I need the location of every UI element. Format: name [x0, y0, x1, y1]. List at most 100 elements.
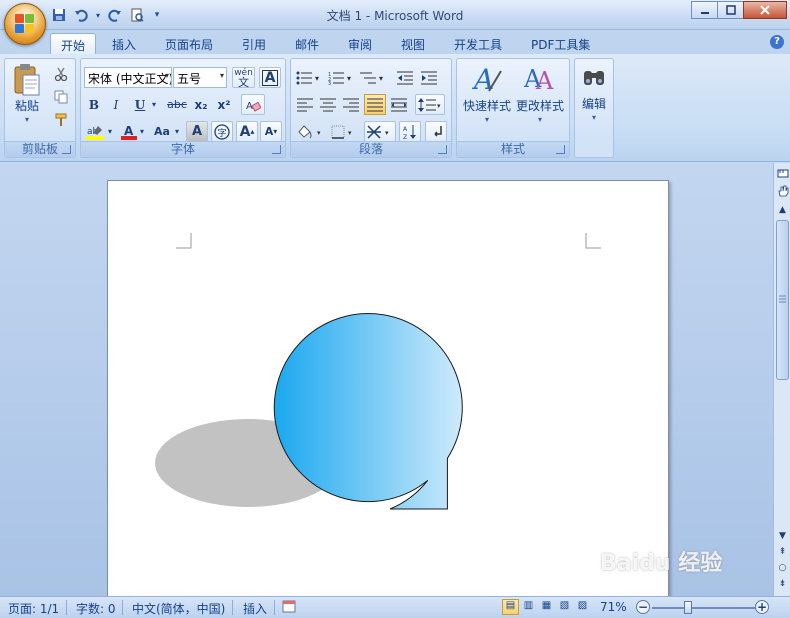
tab-mailings[interactable]: 邮件: [285, 33, 329, 54]
align-center-icon[interactable]: [317, 94, 339, 115]
status-divider: [232, 600, 233, 615]
change-case-button[interactable]: Aa: [151, 121, 173, 142]
zoom-slider-track[interactable]: [652, 607, 756, 609]
numbering-icon: 123▾: [328, 72, 351, 85]
cut-icon[interactable]: [51, 63, 71, 84]
tab-insert[interactable]: 插入: [102, 33, 146, 54]
superscript-button[interactable]: x²: [214, 94, 234, 115]
select-browse-object-icon[interactable]: ○: [775, 561, 790, 576]
distributed-icon[interactable]: [388, 94, 410, 115]
tab-references[interactable]: 引用: [232, 33, 276, 54]
underline-button[interactable]: U: [131, 94, 149, 115]
styles-launcher-icon[interactable]: [556, 145, 565, 154]
copy-icon[interactable]: [51, 86, 71, 107]
change-styles-button[interactable]: AA 更改样式 ▾: [513, 63, 567, 124]
sort-button[interactable]: AZ: [399, 121, 421, 142]
multilevel-list-button[interactable]: ▾: [358, 67, 388, 88]
maximize-button[interactable]: [717, 1, 744, 19]
italic-button[interactable]: I: [106, 94, 126, 115]
font-size-combo[interactable]: 五号 ▾: [173, 67, 227, 88]
shrink-font-button[interactable]: A ▾: [260, 121, 282, 142]
paragraph-group-title: 段落: [291, 141, 451, 157]
editing-button[interactable]: 编辑 ▾: [577, 63, 611, 122]
next-page-icon[interactable]: ⇟: [775, 577, 790, 592]
strikethrough-button[interactable]: abc: [165, 94, 189, 115]
callout-shape[interactable]: [108, 181, 670, 601]
tab-developer[interactable]: 开发工具: [444, 33, 512, 54]
font-launcher-icon[interactable]: [272, 145, 281, 154]
zoom-out-icon[interactable]: −: [636, 600, 650, 614]
print-layout-view-icon[interactable]: ▤: [502, 599, 519, 615]
format-painter-icon[interactable]: [51, 109, 71, 130]
print-preview-icon[interactable]: [128, 6, 146, 24]
word-count[interactable]: 字数: 0: [76, 600, 116, 617]
tab-home[interactable]: 开始: [50, 33, 97, 54]
phonetic-guide-button[interactable]: wén 文: [232, 67, 255, 88]
paragraph-launcher-icon[interactable]: [438, 145, 447, 154]
font-color-button[interactable]: A: [119, 121, 139, 142]
grow-font-button[interactable]: A ▴: [236, 121, 258, 142]
chinese-layout-button[interactable]: ▾: [364, 121, 396, 142]
minimize-button[interactable]: [691, 1, 718, 19]
font-color-dropdown-icon[interactable]: ▾: [138, 121, 146, 142]
clipboard-launcher-icon[interactable]: [62, 145, 71, 154]
clear-formatting-button[interactable]: A: [241, 94, 265, 115]
font-name-combo[interactable]: 宋体 (中文正文) ▾: [84, 67, 172, 88]
highlight-dropdown-icon[interactable]: ▾: [106, 121, 114, 142]
zoom-level[interactable]: 71%: [600, 600, 627, 614]
align-left-icon[interactable]: [294, 94, 316, 115]
zoom-in-icon[interactable]: +: [755, 600, 769, 614]
ruler-toggle-icon[interactable]: [775, 167, 790, 182]
web-layout-view-icon[interactable]: ▦: [538, 599, 555, 615]
shading-button[interactable]: ▾: [294, 121, 326, 142]
change-case-dropdown-icon[interactable]: ▾: [173, 121, 181, 142]
undo-dropdown-icon[interactable]: ▾: [94, 6, 102, 24]
outline-view-icon[interactable]: ▧: [556, 599, 573, 615]
scroll-up-icon[interactable]: ▲: [775, 203, 790, 218]
help-icon[interactable]: ?: [770, 35, 784, 49]
subscript-button[interactable]: x₂: [191, 94, 211, 115]
enclose-characters-button[interactable]: 字: [211, 121, 233, 142]
bullets-button[interactable]: ▾: [294, 67, 324, 88]
close-button[interactable]: [743, 1, 787, 19]
draft-view-icon[interactable]: ▨: [574, 599, 591, 615]
character-shading-button[interactable]: A: [186, 121, 208, 142]
office-button[interactable]: [4, 3, 46, 45]
language-indicator[interactable]: 中文(简体，中国): [132, 600, 225, 617]
justify-icon[interactable]: [364, 94, 386, 115]
tab-page-layout[interactable]: 页面布局: [155, 33, 223, 54]
insert-mode-indicator[interactable]: 插入: [243, 600, 267, 617]
tab-review[interactable]: 审阅: [338, 33, 382, 54]
save-icon[interactable]: [50, 6, 68, 24]
paste-button[interactable]: 粘贴 ▾: [9, 63, 45, 124]
document-page[interactable]: [107, 180, 669, 600]
tab-view[interactable]: 视图: [391, 33, 435, 54]
undo-icon[interactable]: [72, 6, 90, 24]
customize-icon[interactable]: ▾: [150, 6, 164, 24]
tab-pdf-tools[interactable]: PDF工具集: [521, 33, 600, 54]
full-screen-reading-view-icon[interactable]: ▥: [520, 599, 537, 615]
redo-icon[interactable]: [106, 6, 124, 24]
macro-recording-icon[interactable]: [282, 600, 296, 616]
numbering-button[interactable]: 1 2 3 ▾: [326, 67, 356, 88]
highlight-button[interactable]: ab: [84, 121, 106, 142]
scroll-down-icon[interactable]: ▼: [775, 529, 790, 544]
borders-button[interactable]: ▾: [329, 121, 359, 142]
character-border-button[interactable]: A: [259, 67, 281, 88]
bold-button[interactable]: B: [84, 94, 104, 115]
line-spacing-button[interactable]: ▾: [415, 94, 445, 115]
quick-styles-button[interactable]: A 快速样式 ▾: [461, 63, 513, 124]
previous-page-icon[interactable]: ⇞: [775, 545, 790, 560]
show-marks-button[interactable]: [425, 121, 447, 142]
zoom-slider-thumb[interactable]: [684, 601, 693, 614]
ribbon-tabs: 开始 插入 页面布局 引用 邮件 审阅 视图 开发工具 PDF工具集 ?: [0, 30, 790, 54]
decrease-indent-icon[interactable]: [394, 67, 416, 88]
underline-dropdown-icon[interactable]: ▾: [149, 94, 159, 115]
page-count[interactable]: 页面: 1/1: [8, 600, 59, 617]
scrollbar-thumb[interactable]: [776, 220, 789, 380]
editing-label: 编辑: [581, 97, 606, 111]
pan-hand-icon[interactable]: [775, 185, 790, 200]
increase-indent-icon[interactable]: [418, 67, 440, 88]
vertical-scrollbar[interactable]: ▲ ▼ ⇞ ○ ⇟: [773, 163, 790, 596]
align-right-icon[interactable]: [340, 94, 362, 115]
